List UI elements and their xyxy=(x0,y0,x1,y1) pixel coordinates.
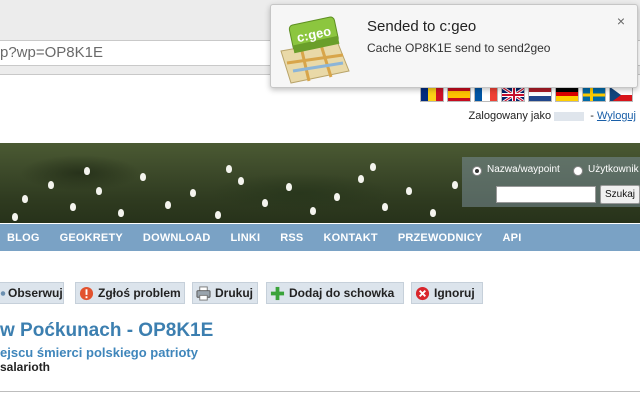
nav-item-kontakt[interactable]: KONTAKT xyxy=(313,232,387,244)
watch-icon xyxy=(0,290,6,296)
report-problem-button[interactable]: Zgłoś problem xyxy=(75,282,185,304)
login-prefix: Zalogowany jako xyxy=(468,110,552,122)
nav-item-geokrety[interactable]: GEOKRETY xyxy=(50,232,133,244)
print-button[interactable]: Drukuj xyxy=(192,282,258,304)
print-label: Drukuj xyxy=(215,286,254,300)
warning-icon xyxy=(79,286,94,300)
close-icon[interactable]: × xyxy=(617,13,625,29)
nav-item-download[interactable]: DOWNLOAD xyxy=(133,232,221,244)
username-redacted xyxy=(554,111,585,121)
search-input[interactable] xyxy=(496,186,596,203)
main-nav: BLOG GEOKRETY DOWNLOAD LINKI RSS KONTAKT… xyxy=(0,224,640,251)
notification-popup[interactable]: c:geo Sended to c:geo Cache OP8K1E send … xyxy=(270,4,638,88)
address-bar-text[interactable]: p?wp=OP8K1E xyxy=(0,44,103,61)
nav-item-blog[interactable]: BLOG xyxy=(0,232,50,244)
flag-es-icon[interactable] xyxy=(447,86,471,102)
cache-title: w Poćkunach - OP8K1E xyxy=(0,320,214,341)
search-type-name-label: Nazwa/waypoint xyxy=(487,164,560,175)
flag-nl-icon[interactable] xyxy=(528,86,552,102)
nav-item-linki[interactable]: LINKI xyxy=(221,232,271,244)
nav-item-rss[interactable]: RSS xyxy=(270,232,313,244)
add-to-bookmarks-label: Dodaj do schowka xyxy=(289,286,395,300)
cache-subtitle: ejscu śmierci polskiego patrioty xyxy=(0,345,198,360)
nav-item-przewodnicy[interactable]: PRZEWODNICY xyxy=(388,232,493,244)
ignore-label: Ignoruj xyxy=(434,286,475,300)
page: p?wp=OP8K1E Zalogowany jako - Wyloguj Na… xyxy=(0,0,640,400)
flag-cz-icon[interactable] xyxy=(609,86,633,102)
divider xyxy=(0,391,640,392)
flag-se-icon[interactable] xyxy=(582,86,606,102)
cache-actions: Obserwuj Zgłoś problem Drukuj Dodaj do s… xyxy=(0,282,640,304)
nav-item-api[interactable]: API xyxy=(493,232,532,244)
plus-icon xyxy=(270,286,285,300)
flag-gb-icon[interactable] xyxy=(501,86,525,102)
watch-label: Obserwuj xyxy=(8,286,63,300)
flag-fr-icon[interactable] xyxy=(474,86,498,102)
login-status: Zalogowany jako - Wyloguj xyxy=(468,110,636,122)
flag-de-icon[interactable] xyxy=(555,86,579,102)
ignore-icon xyxy=(415,286,430,300)
report-problem-label: Zgłoś problem xyxy=(98,286,181,300)
add-to-bookmarks-button[interactable]: Dodaj do schowka xyxy=(266,282,404,304)
watch-button[interactable]: Obserwuj xyxy=(0,282,64,304)
search-type-name-radio[interactable] xyxy=(472,166,482,176)
logout-link[interactable]: Wyloguj xyxy=(597,110,636,122)
ignore-button[interactable]: Ignoruj xyxy=(411,282,483,304)
language-flags xyxy=(420,86,633,102)
search-type-user-label: Użytkownik xyxy=(588,164,639,175)
printer-icon xyxy=(196,285,211,301)
cgeo-map-icon: c:geo xyxy=(280,16,350,84)
cache-author[interactable]: salarioth xyxy=(0,360,50,374)
notification-title: Sended to c:geo xyxy=(367,18,477,35)
search-type-user-radio[interactable] xyxy=(573,166,583,176)
flag-ro-icon[interactable] xyxy=(420,86,444,102)
notification-body: Cache OP8K1E send to send2geo xyxy=(367,41,551,55)
search-button[interactable]: Szukaj xyxy=(600,185,640,204)
